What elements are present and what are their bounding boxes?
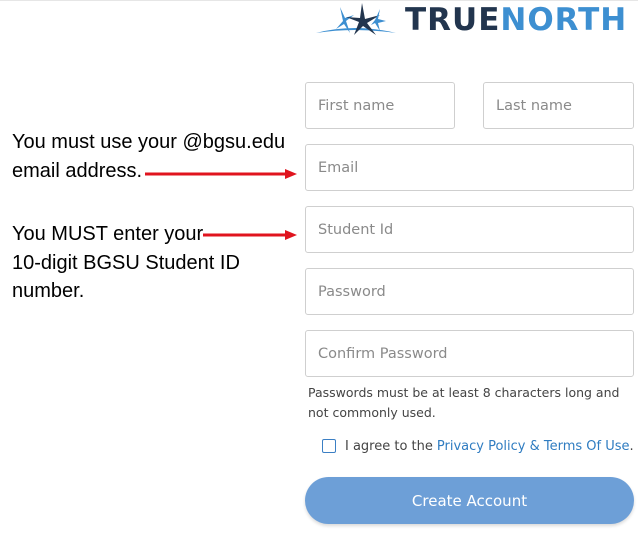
email-arrow: [145, 169, 297, 179]
first-name-input[interactable]: [306, 83, 454, 128]
brand-word-true: TRUE: [405, 2, 501, 38]
compass-star-icon: [316, 3, 396, 35]
last-name-field[interactable]: [483, 82, 634, 129]
truenorth-logo: TRUENORTH: [312, 0, 638, 44]
id-note-line2: 10-digit BGSU Student ID: [12, 252, 240, 274]
brand-word-north: NORTH: [500, 2, 628, 38]
confirm-password-input[interactable]: [306, 331, 633, 376]
first-name-field[interactable]: [305, 82, 455, 129]
email-input[interactable]: [306, 145, 633, 190]
password-hint: Passwords must be at least 8 characters …: [308, 385, 620, 420]
email-field[interactable]: [305, 144, 634, 191]
create-account-button[interactable]: Create Account: [305, 477, 634, 524]
student-id-arrow: [203, 230, 297, 240]
agree-terms-row: I agree to the Privacy Policy & Terms Of…: [322, 436, 634, 456]
brand-name: TRUENORTH: [405, 0, 627, 40]
student-id-input[interactable]: [306, 207, 633, 252]
password-input[interactable]: [306, 269, 633, 314]
agree-suffix: .: [629, 438, 634, 454]
id-note-line3: number.: [12, 280, 85, 302]
email-note-line1: You must use your @bgsu.edu: [12, 131, 286, 153]
student-id-field[interactable]: [305, 206, 634, 253]
agree-checkbox[interactable]: [322, 439, 336, 453]
privacy-terms-link[interactable]: Privacy Policy & Terms Of Use: [437, 439, 630, 454]
id-note-line1: You MUST enter your: [12, 223, 204, 245]
agree-text: I agree to the: [345, 438, 433, 454]
confirm-password-field[interactable]: [305, 330, 634, 377]
email-note-line2: email address.: [12, 160, 143, 182]
last-name-input[interactable]: [484, 83, 633, 128]
password-field[interactable]: [305, 268, 634, 315]
